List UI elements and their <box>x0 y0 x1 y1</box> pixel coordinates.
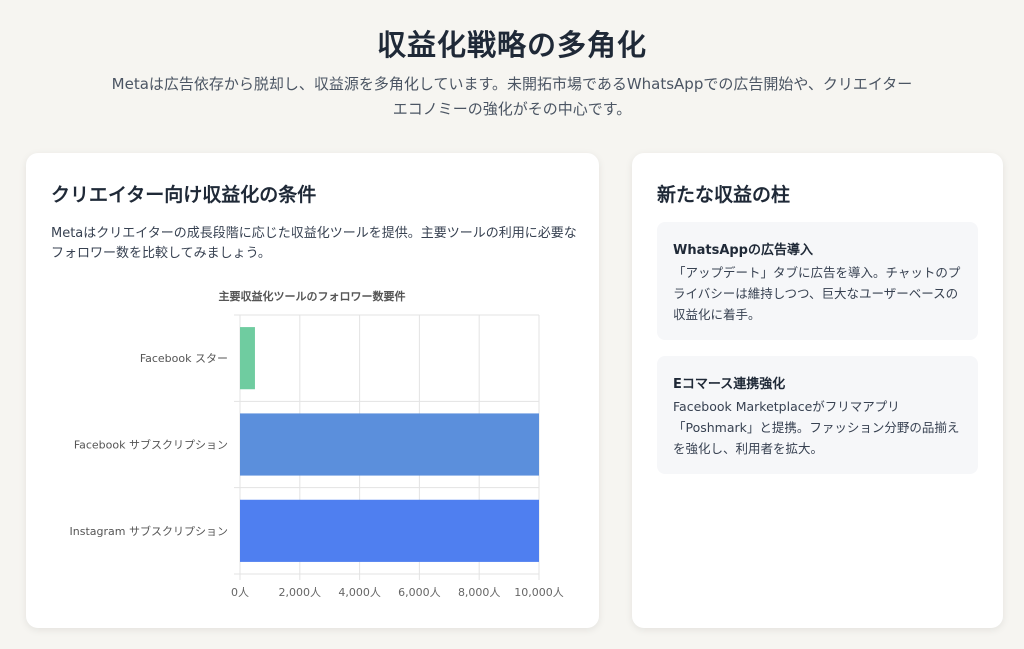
page-subtitle: Metaは広告依存から脱却し、収益源を多角化しています。未開拓市場であるWhat… <box>111 75 913 118</box>
x-tick-label: 4,000人 <box>338 586 381 599</box>
y-tick-label: Facebook スター <box>140 352 228 365</box>
ecommerce-text: Facebook Marketplaceがフリマアプリ「Poshmark」と提携… <box>673 399 960 456</box>
y-tick-label: Instagram サブスクリプション <box>70 524 228 538</box>
ecommerce-box: Eコマース連携強化 Facebook Marketplaceがフリマアプリ「Po… <box>657 356 978 474</box>
creator-monetization-card: クリエイター向け収益化の条件 Metaはクリエイターの成長段階に応じた収益化ツー… <box>26 153 599 628</box>
whatsapp-ads-text: 「アップデート」タブに広告を導入。チャットのプライバシーは維持しつつ、巨大なユー… <box>673 265 961 322</box>
bar <box>240 499 539 562</box>
y-tick-label: Facebook サブスクリプション <box>74 438 228 452</box>
ecommerce-title: Eコマース連携強化 <box>673 377 786 392</box>
x-tick-label: 0人 <box>231 586 249 599</box>
whatsapp-ads-title: WhatsAppの広告導入 <box>673 243 813 258</box>
bar <box>240 327 255 390</box>
x-tick-label: 10,000人 <box>514 586 564 599</box>
x-tick-label: 8,000人 <box>458 586 501 599</box>
follower-requirements-chart: 主要収益化ツールのフォロワー数要件 0人 2,000人 4,000人 6,000人 8,0… <box>70 289 564 599</box>
bar <box>240 413 539 476</box>
x-tick-label: 6,000人 <box>398 586 441 599</box>
page-title: 収益化戦略の多角化 <box>376 28 647 62</box>
new-revenue-card: 新たな収益の柱 WhatsAppの広告導入 「アップデート」タブに広告を導入。チ… <box>632 153 1003 628</box>
whatsapp-ads-box: WhatsAppの広告導入 「アップデート」タブに広告を導入。チャットのプライバ… <box>657 222 978 340</box>
chart-title: 主要収益化ツールのフォロワー数要件 <box>219 289 406 303</box>
revenue-card-title: 新たな収益の柱 <box>657 184 791 206</box>
x-tick-label: 2,000人 <box>279 586 322 599</box>
